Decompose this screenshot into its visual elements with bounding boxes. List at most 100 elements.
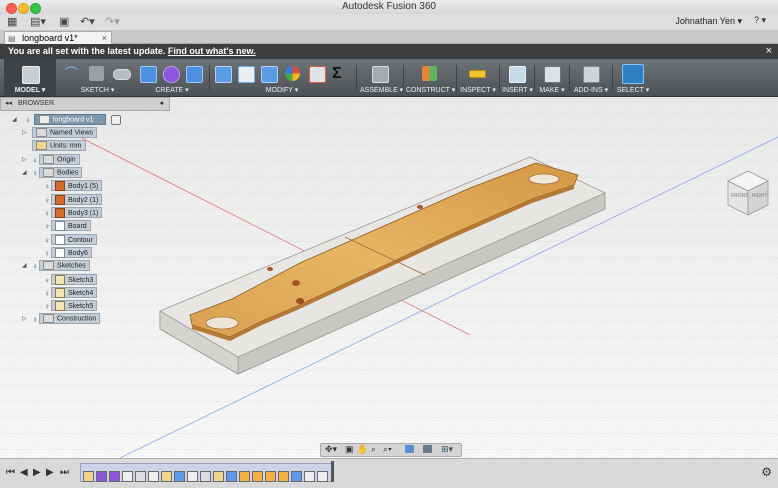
tree-item-chip[interactable]: Contour [51, 234, 97, 245]
workspace-switcher[interactable]: MODEL ▾ [4, 59, 56, 96]
stop-sketch-icon[interactable] [89, 66, 104, 81]
visibility-bulb-icon[interactable]: ♀ [44, 301, 51, 311]
timeline-move-feature[interactable] [122, 471, 133, 482]
tree-item-bodies[interactable]: ◢ ♀ Bodies [22, 167, 83, 179]
inspect-group[interactable]: INSPECT ▾ [459, 59, 497, 96]
timeline-sketch-feature[interactable] [161, 471, 172, 482]
file-menu-icon[interactable]: ▤▾ [30, 15, 46, 29]
tree-item-chip[interactable]: Sketches [39, 260, 90, 271]
timeline-move-feature[interactable] [304, 471, 315, 482]
tree-item-body[interactable]: ♀ Body3 (1) [44, 207, 103, 219]
timeline-fillet-feature[interactable] [278, 471, 289, 482]
tree-item-body[interactable]: ♀ Board [44, 220, 91, 232]
user-account-menu[interactable]: Johnathan Yen ▾ [675, 16, 742, 27]
visibility-bulb-icon[interactable]: ♀ [44, 181, 51, 191]
expand-triangle-icon[interactable]: ◢ [22, 260, 30, 272]
help-menu[interactable]: ? ▾ [754, 15, 766, 26]
modify-group[interactable]: Σ MODIFY ▾ [212, 59, 352, 96]
tree-item-sketches[interactable]: ◢ ♀ Sketches [22, 260, 90, 272]
visibility-bulb-icon[interactable]: ♀ [32, 314, 39, 324]
tree-item-chip[interactable]: Body2 (1) [51, 194, 103, 205]
tree-item-chip[interactable]: Body6 [51, 247, 92, 258]
tree-item-construction[interactable]: ▷ ♀ Construction [22, 313, 101, 325]
tree-item-origin[interactable]: ▷ ♀ Origin [22, 154, 80, 166]
create-sketch-icon[interactable]: ⌒ [65, 66, 80, 81]
timeline-fillet-feature[interactable] [265, 471, 276, 482]
document-tab[interactable]: ▤ longboard v1* × [4, 31, 112, 44]
tree-item-chip[interactable]: Board [51, 220, 91, 231]
tree-item-chip[interactable]: Bodies [39, 167, 83, 178]
visual-style-icon[interactable] [423, 445, 432, 453]
select-group[interactable]: SELECT ▾ [615, 59, 651, 96]
appearance-icon[interactable] [285, 66, 300, 81]
timeline-fillet-feature[interactable] [252, 471, 263, 482]
timeline-move-feature[interactable] [187, 471, 198, 482]
3d-viewport[interactable]: FRONT RIGHT [0, 97, 778, 458]
tree-item-chip[interactable]: Body1 (5) [51, 180, 103, 191]
tree-item-chip[interactable]: Origin [39, 154, 80, 165]
compute-sigma-icon[interactable]: Σ [332, 66, 347, 82]
expand-triangle-icon[interactable]: ◢ [12, 114, 20, 126]
browser-options-icon[interactable]: ● [160, 98, 164, 110]
expand-triangle-icon[interactable]: ▷ [22, 127, 30, 139]
activate-radio-icon[interactable] [111, 114, 122, 125]
tree-item-body[interactable]: ♀ Body1 (5) [44, 180, 103, 192]
visibility-bulb-icon[interactable]: ♀ [44, 275, 51, 285]
close-tab-icon[interactable]: × [102, 32, 107, 44]
tree-item-named-views[interactable]: ▷ Named Views [22, 127, 98, 139]
sketch-group[interactable]: ⌒ SKETCH ▾ [60, 59, 135, 96]
close-notification-icon[interactable]: × [766, 44, 772, 59]
display-settings-icon[interactable] [405, 445, 414, 453]
joint-icon[interactable] [372, 66, 389, 83]
measure-icon[interactable] [469, 70, 486, 78]
timeline-split-feature[interactable] [200, 471, 211, 482]
root-component-chip[interactable]: longboard v1 [33, 114, 107, 125]
timeline-combine-feature[interactable] [291, 471, 302, 482]
tree-root-component[interactable]: ◢ ♀ longboard v1 [12, 114, 122, 126]
timeline-extrude-feature[interactable] [174, 471, 185, 482]
collapse-browser-icon[interactable]: ◂◂ [5, 100, 12, 107]
expand-triangle-icon[interactable]: ▷ [22, 313, 30, 325]
visibility-bulb-icon[interactable]: ♀ [25, 115, 32, 125]
assemble-group[interactable]: ASSEMBLE ▾ [360, 59, 403, 96]
timeline-fillet-feature[interactable] [239, 471, 250, 482]
expand-triangle-icon[interactable]: ◢ [22, 167, 30, 179]
timeline-split-feature[interactable] [135, 471, 146, 482]
extrude-box-icon[interactable] [140, 66, 157, 83]
tree-item-sketch[interactable]: ♀ Sketch3 [44, 274, 98, 286]
visibility-bulb-icon[interactable]: ♀ [44, 248, 51, 258]
tree-item-body[interactable]: ♀ Body2 (1) [44, 194, 103, 206]
offset-plane-icon[interactable] [422, 66, 437, 81]
revolve-icon[interactable] [186, 66, 203, 83]
insert-group[interactable]: INSERT ▾ [502, 59, 533, 96]
visibility-bulb-icon[interactable]: ♀ [44, 208, 51, 218]
shell-icon[interactable] [261, 66, 278, 83]
expand-triangle-icon[interactable]: ▷ [22, 154, 30, 166]
insert-image-icon[interactable] [509, 66, 526, 83]
tree-item-chip[interactable]: Sketch5 [51, 300, 98, 311]
tree-item-chip[interactable]: Construction [39, 313, 101, 324]
timeline-move-feature[interactable] [148, 471, 159, 482]
form-sphere-icon[interactable] [163, 66, 180, 83]
whats-new-link[interactable]: Find out what's new. [168, 46, 256, 56]
fit-icon[interactable]: ⌕▾ [383, 444, 392, 455]
create-group[interactable]: CREATE ▾ [136, 59, 208, 96]
physical-material-icon[interactable] [309, 66, 326, 83]
fillet-icon[interactable] [238, 66, 255, 83]
timeline-step-forward-icon[interactable]: ▶ [46, 467, 54, 478]
tree-item-chip[interactable]: Units: mm [32, 140, 86, 151]
orbit-icon[interactable]: ✥▾ [325, 444, 337, 455]
timeline-step-back-icon[interactable]: ◀ [20, 467, 28, 478]
tree-item-body[interactable]: ♀ Contour [44, 234, 97, 246]
visibility-bulb-icon[interactable]: ♀ [32, 155, 39, 165]
timeline-sketch-feature[interactable] [83, 471, 94, 482]
tree-item-chip[interactable]: Body3 (1) [51, 207, 103, 218]
zoom-icon[interactable]: ⌕ [371, 444, 376, 455]
press-pull-icon[interactable] [215, 66, 232, 83]
timeline-extrude-feature[interactable] [226, 471, 237, 482]
timeline-settings-icon[interactable]: ⚙ [761, 465, 772, 479]
tree-item-sketch[interactable]: ♀ Sketch5 [44, 300, 98, 312]
redo-icon[interactable]: ↷▾ [105, 15, 120, 29]
slot-icon[interactable] [113, 69, 131, 80]
timeline-form-feature[interactable] [96, 471, 107, 482]
